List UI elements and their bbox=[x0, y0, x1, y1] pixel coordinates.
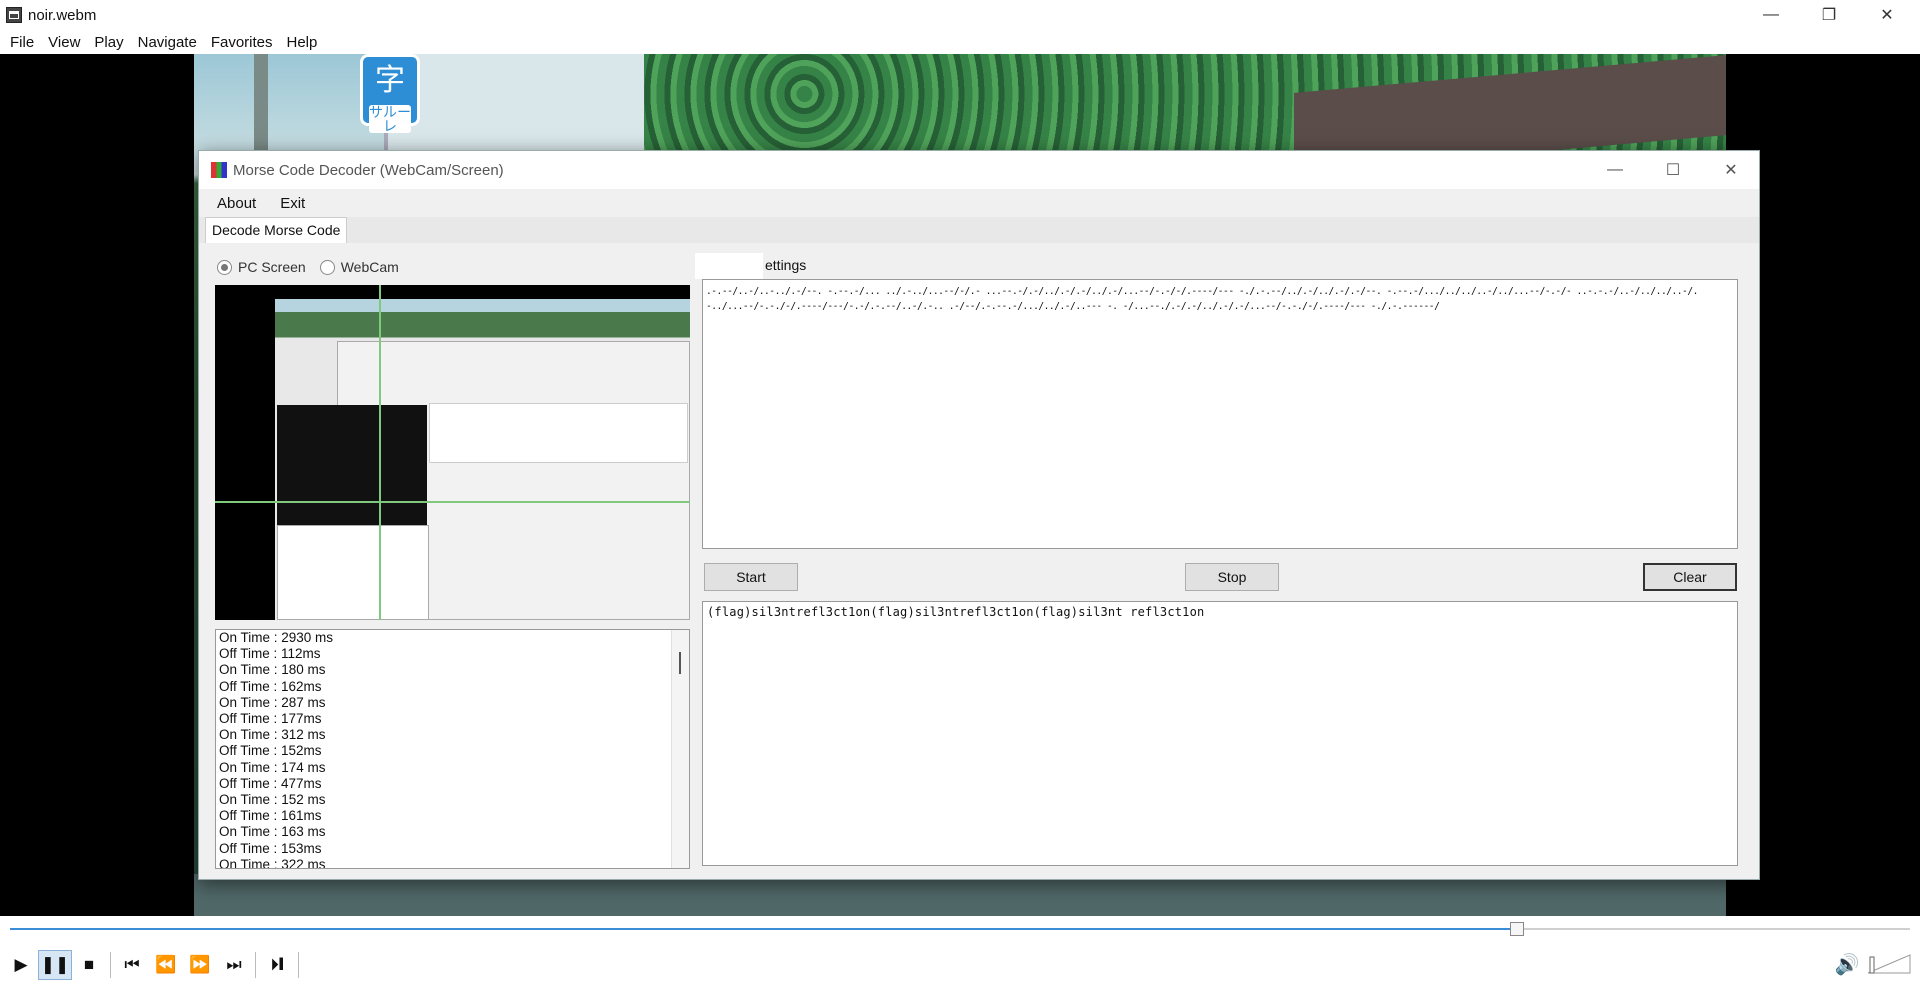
log-row: On Time : 163 ms bbox=[219, 824, 326, 840]
rewind-icon[interactable]: ⏪ bbox=[149, 950, 183, 980]
log-scroll-thumb[interactable] bbox=[679, 652, 681, 674]
player-controls: ▶ ❚❚ ■ ⏮ ⏪ ⏩ ⏭ ⏵❙ 🔊 bbox=[0, 941, 1920, 988]
morse-input-box[interactable]: .-.--/..-/..-../.-/--. -.--.-/... ../.-.… bbox=[702, 279, 1738, 549]
start-button[interactable]: Start bbox=[704, 563, 798, 591]
menu-help[interactable]: Help bbox=[287, 34, 318, 51]
clear-button[interactable]: Clear bbox=[1643, 563, 1737, 591]
menu-bar: File View Play Navigate Favorites Help bbox=[0, 30, 1920, 54]
tab-settings[interactable]: ettings bbox=[695, 253, 815, 279]
log-row: On Time : 152 ms bbox=[219, 792, 326, 808]
pc-screen-label: PC Screen bbox=[238, 259, 306, 275]
morse-text: .-.--/..-/..-../.-/--. -.--.-/... ../.-.… bbox=[706, 286, 1698, 312]
separator bbox=[255, 951, 256, 978]
skip-back-icon[interactable]: ⏮ bbox=[115, 950, 149, 980]
log-row: Off Time : 162ms bbox=[219, 678, 322, 694]
menu-navigate[interactable]: Navigate bbox=[138, 34, 197, 51]
menu-file[interactable]: File bbox=[10, 34, 34, 51]
building bbox=[384, 54, 644, 154]
log-row: Off Time : 152ms bbox=[219, 743, 322, 759]
preview-crosshair-horizontal bbox=[215, 501, 690, 503]
log-row: On Time : 180 ms bbox=[219, 662, 326, 678]
volume-slider[interactable] bbox=[1866, 953, 1912, 975]
log-row: Off Time : 112ms bbox=[219, 646, 321, 662]
decoder-title: Morse Code Decoder (WebCam/Screen) bbox=[233, 161, 504, 179]
webcam-radio[interactable] bbox=[319, 259, 335, 275]
decoder-tabstrip: Decode Morse Code bbox=[199, 217, 1759, 243]
log-row: On Time : 312 ms bbox=[219, 727, 326, 743]
log-row: Off Time : 477ms bbox=[219, 775, 322, 791]
stop-icon[interactable]: ■ bbox=[72, 950, 106, 980]
frame-step-icon[interactable]: ⏵❙ bbox=[260, 950, 294, 980]
window-title: noir.webm bbox=[28, 6, 97, 24]
webcam-label: WebCam bbox=[340, 259, 399, 275]
decoder-menu-bar: About Exit bbox=[199, 189, 1759, 217]
pause-icon[interactable]: ❚❚ bbox=[38, 949, 72, 980]
log-row: On Time : 2930 ms bbox=[219, 630, 334, 645]
log-row: Off Time : 153ms bbox=[219, 840, 322, 856]
decoder-titlebar: Morse Code Decoder (WebCam/Screen) — ☐ ✕ bbox=[199, 151, 1759, 189]
stop-button[interactable]: Stop bbox=[1185, 563, 1279, 591]
preview-crosshair-vertical bbox=[379, 285, 381, 620]
timing-log-list[interactable]: On Time : 2930 ms Off Time : 112ms On Time… bbox=[215, 629, 690, 869]
preview-text-box bbox=[429, 403, 688, 463]
log-rows: On Time : 2930 ms Off Time : 112ms On Time… bbox=[216, 630, 689, 869]
log-row: Off Time : 161ms bbox=[219, 808, 322, 824]
morse-decoder-window: Morse Code Decoder (WebCam/Screen) — ☐ ✕… bbox=[198, 150, 1760, 880]
screen-preview bbox=[215, 285, 690, 620]
app-icon bbox=[6, 7, 22, 23]
skip-forward-icon[interactable]: ⏭ bbox=[217, 950, 251, 980]
log-row: Off Time : 177ms bbox=[219, 711, 322, 727]
decoded-text: (flag)sil3ntrefl3ct1on(flag)sil3ntrefl3c… bbox=[707, 605, 1205, 619]
seek-progress bbox=[10, 928, 1517, 930]
separator bbox=[110, 951, 111, 978]
settings-tab-cover bbox=[695, 253, 763, 279]
log-row: On Time : 174 ms bbox=[219, 759, 326, 775]
fast-forward-icon[interactable]: ⏩ bbox=[183, 950, 217, 980]
decoder-maximize-button[interactable]: ☐ bbox=[1645, 151, 1701, 189]
seek-thumb[interactable] bbox=[1509, 922, 1524, 936]
source-selector: PC Screen WebCam bbox=[217, 259, 413, 275]
log-row: On Time : 322 ms bbox=[219, 856, 326, 869]
decoded-output-box[interactable]: (flag)sil3ntrefl3ct1on(flag)sil3ntrefl3c… bbox=[702, 601, 1738, 866]
decoder-close-button[interactable]: ✕ bbox=[1703, 151, 1759, 189]
preview-log-list bbox=[277, 525, 429, 620]
pc-screen-radio[interactable] bbox=[217, 259, 232, 275]
street bbox=[194, 874, 1726, 916]
decoder-app-icon bbox=[211, 162, 227, 178]
menu-exit[interactable]: Exit bbox=[280, 195, 305, 212]
play-icon[interactable]: ▶ bbox=[4, 950, 38, 980]
pole bbox=[254, 54, 268, 154]
volume-icon[interactable]: 🔊 bbox=[1832, 949, 1862, 979]
minimize-button[interactable]: — bbox=[1742, 0, 1800, 30]
street-sign: 字 サルーレ bbox=[360, 54, 420, 133]
menu-about[interactable]: About bbox=[217, 195, 256, 212]
close-button[interactable]: ✕ bbox=[1858, 0, 1916, 30]
tab-decode-morse-code[interactable]: Decode Morse Code bbox=[205, 217, 348, 243]
seek-bar[interactable] bbox=[0, 916, 1920, 941]
sign-bottom-text: サルーレ bbox=[369, 104, 411, 134]
log-row: On Time : 287 ms bbox=[219, 694, 326, 710]
restore-button[interactable]: ❐ bbox=[1800, 0, 1858, 30]
menu-play[interactable]: Play bbox=[94, 34, 123, 51]
decoder-minimize-button[interactable]: — bbox=[1587, 151, 1643, 189]
menu-view[interactable]: View bbox=[48, 34, 80, 51]
settings-tab-label: ettings bbox=[765, 257, 807, 273]
sign-top-text: 字 bbox=[375, 64, 405, 97]
preview-dark-region bbox=[277, 405, 427, 525]
separator bbox=[298, 951, 299, 978]
window-titlebar: noir.webm — ❐ ✕ bbox=[0, 0, 1920, 30]
menu-favorites[interactable]: Favorites bbox=[211, 34, 273, 51]
